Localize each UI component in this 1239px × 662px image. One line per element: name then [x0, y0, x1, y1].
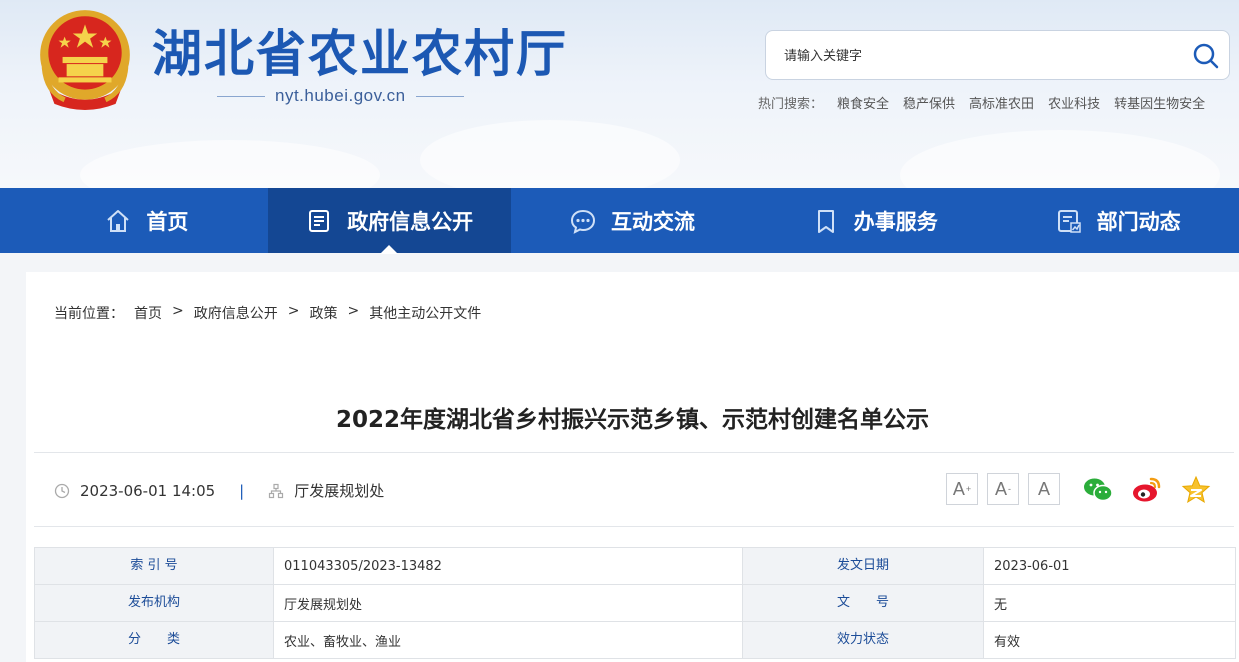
domain-rule-right [415, 95, 464, 97]
site-header: 湖北省农业农村厅 nyt.hubei.gov.cn 热门搜索： 粮食安全 稳产保… [0, 0, 1239, 188]
nav-label: 部门动态 [1096, 209, 1181, 234]
breadcrumb-separator: > [287, 303, 300, 319]
nav-item-interaction[interactable]: 互动交流 [511, 188, 754, 253]
article-source: 厅发展规划处 [294, 482, 385, 500]
info-key: 文 号 [742, 584, 984, 622]
nav-item-home[interactable]: 首页 [25, 188, 268, 253]
font-reset-letter: A [1037, 478, 1050, 499]
font-decrease-letter: A [994, 478, 1007, 499]
favorite-star-icon[interactable] [1180, 474, 1212, 506]
font-decrease-mark: - [1008, 484, 1011, 494]
breadcrumb-item-other-files[interactable]: 其他主动公开文件 [369, 303, 481, 323]
info-value: 无 [983, 584, 1236, 622]
weibo-icon[interactable] [1131, 474, 1163, 506]
publish-datetime: 2023-06-01 14:05 [80, 481, 216, 500]
info-key: 发文日期 [742, 547, 984, 585]
font-size-controls: A + A- A [946, 473, 1060, 505]
table-row: 发布机构 厅发展规划处 文 号 无 [34, 584, 1236, 622]
font-increase-button[interactable]: A + [946, 473, 978, 505]
hot-search-link[interactable]: 粮食安全 [837, 93, 889, 112]
divider [34, 526, 1234, 527]
font-increase-mark: + [965, 484, 972, 494]
font-increase-letter: A [952, 478, 965, 499]
main-nav: 首页 政府信息公开 互动交流 办事服务 部门动态 [0, 188, 1239, 254]
table-row: 分 类 农业、畜牧业、渔业 效力状态 有效 [34, 621, 1236, 659]
info-key: 索 引 号 [34, 547, 274, 585]
organization-icon [269, 483, 284, 498]
info-key: 效力状态 [742, 621, 984, 659]
info-key: 分 类 [34, 621, 274, 659]
meta-divider: | [239, 481, 245, 500]
info-value: 农业、畜牧业、渔业 [273, 621, 743, 659]
breadcrumb-item-home[interactable]: 首页 [134, 303, 162, 323]
table-row: 索 引 号 011043305/2023-13482 发文日期 2023-06-… [34, 547, 1236, 585]
article-title: 2022年度湖北省乡村振兴示范乡镇、示范村创建名单公示 [335, 407, 929, 433]
breadcrumb-item-policy[interactable]: 政策 [309, 303, 337, 323]
hot-search-label: 热门搜索： [758, 97, 824, 112]
breadcrumb-label: 当前位置： [54, 306, 124, 322]
font-reset-button[interactable]: A [1028, 473, 1060, 505]
nav-label: 办事服务 [853, 209, 938, 234]
divider [34, 452, 1234, 453]
nav-label: 首页 [146, 209, 189, 234]
home-icon [107, 209, 130, 232]
search-input[interactable] [784, 43, 1184, 69]
breadcrumb: 当前位置： 首页 > 政府信息公开 > 政策 > 其他主动公开文件 [54, 303, 481, 323]
hot-search-link[interactable]: 转基因生物安全 [1114, 93, 1205, 112]
breadcrumb-separator: > [347, 303, 360, 319]
nav-label: 政府信息公开 [347, 209, 474, 234]
search-icon[interactable] [1191, 41, 1221, 71]
document-info-table: 索 引 号 011043305/2023-13482 发文日期 2023-06-… [34, 547, 1236, 659]
hot-search: 热门搜索： 粮食安全 稳产保供 高标准农田 农业科技 转基因生物安全 [758, 93, 1205, 112]
article-card: 当前位置： 首页 > 政府信息公开 > 政策 > 其他主动公开文件 2022年度… [26, 272, 1239, 662]
info-key: 发布机构 [34, 584, 274, 622]
info-value: 有效 [983, 621, 1236, 659]
national-emblem-icon [40, 10, 130, 110]
wechat-icon[interactable] [1082, 474, 1114, 506]
nav-item-department-news[interactable]: 部门动态 [996, 188, 1239, 253]
domain-rule-left [217, 95, 265, 97]
clock-icon [54, 483, 70, 498]
info-value: 011043305/2023-13482 [273, 547, 743, 585]
breadcrumb-item-gov-info[interactable]: 政府信息公开 [194, 303, 278, 323]
document-list-icon [309, 209, 330, 232]
hot-search-link[interactable]: 稳产保供 [903, 93, 955, 112]
nav-label: 互动交流 [610, 209, 695, 234]
share-buttons [1082, 474, 1212, 506]
hot-search-link[interactable]: 农业科技 [1048, 93, 1100, 112]
info-value: 2023-06-01 [983, 547, 1236, 585]
breadcrumb-separator: > [172, 303, 184, 319]
info-value: 厅发展规划处 [273, 584, 743, 622]
news-chart-icon [1057, 209, 1081, 233]
nav-item-gov-info[interactable]: 政府信息公开 [267, 188, 511, 254]
nav-item-services[interactable]: 办事服务 [753, 188, 996, 253]
hot-search-link[interactable]: 高标准农田 [969, 93, 1034, 112]
site-domain-line: nyt.hubei.gov.cn [217, 86, 464, 106]
site-domain: nyt.hubei.gov.cn [275, 86, 406, 105]
article-meta: 2023-06-01 14:05 | 厅发展规划处 [54, 480, 384, 501]
chat-bubble-icon [570, 209, 595, 234]
bookmark-icon [817, 209, 834, 233]
font-decrease-button[interactable]: A- [987, 473, 1019, 505]
site-title[interactable]: 湖北省农业农村厅 [152, 14, 568, 86]
search-box [765, 30, 1230, 80]
